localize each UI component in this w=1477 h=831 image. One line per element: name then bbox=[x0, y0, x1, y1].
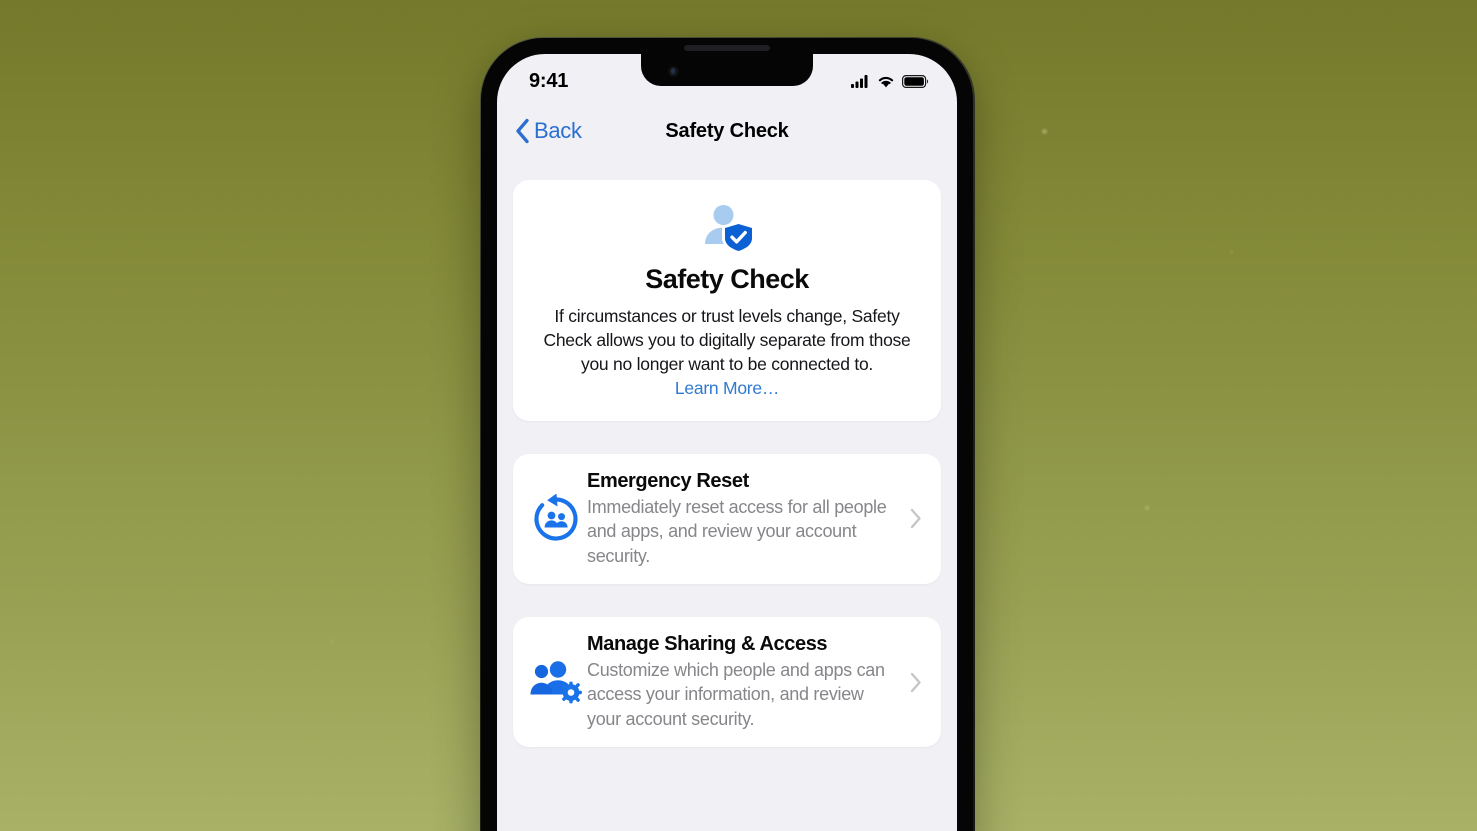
display-notch bbox=[641, 54, 813, 86]
front-camera-icon bbox=[668, 66, 679, 77]
hero-description: If circumstances or trust levels change,… bbox=[543, 306, 911, 375]
cellular-bars-icon bbox=[851, 74, 868, 88]
option-text-block: Manage Sharing & Access Customize which … bbox=[587, 633, 905, 731]
option-description: Immediately reset access for all people … bbox=[587, 496, 887, 566]
backdrop-speck bbox=[1230, 250, 1233, 253]
status-bar-time: 9:41 bbox=[529, 69, 569, 92]
option-title: Manage Sharing & Access bbox=[587, 632, 828, 655]
navigation-bar: Back Safety Check bbox=[497, 104, 957, 158]
wifi-icon bbox=[878, 76, 894, 87]
back-button[interactable]: Back bbox=[515, 118, 582, 144]
phone-screen: 9:41 Back Safety Check Safety Check If c… bbox=[497, 54, 957, 831]
person-badge-shield-checkmark-icon bbox=[705, 205, 754, 253]
learn-more-link[interactable]: Learn More… bbox=[675, 376, 780, 400]
backdrop-speck bbox=[1042, 129, 1047, 134]
chevron-right-icon bbox=[905, 508, 927, 529]
option-row-manage-sharing-access[interactable]: Manage Sharing & Access Customize which … bbox=[513, 616, 941, 748]
earpiece-speaker-icon bbox=[684, 45, 770, 51]
phone-device-frame: 9:41 Back Safety Check Safety Check If c… bbox=[479, 36, 975, 831]
safety-check-intro-card: Safety Check If circumstances or trust l… bbox=[513, 180, 941, 421]
settings-content: Safety Check If circumstances or trust l… bbox=[497, 158, 957, 748]
battery-full-icon bbox=[902, 74, 929, 88]
chevron-right-icon bbox=[905, 672, 927, 693]
option-text-block: Emergency Reset Immediately reset access… bbox=[587, 470, 905, 568]
backdrop-speck bbox=[330, 640, 333, 643]
status-bar-indicators bbox=[851, 74, 929, 88]
backdrop-speck bbox=[1145, 506, 1149, 510]
arrow-circlepath-people-icon bbox=[525, 493, 587, 544]
option-title: Emergency Reset bbox=[587, 469, 749, 492]
hero-title: Safety Check bbox=[645, 264, 809, 294]
two-people-gear-icon bbox=[525, 659, 587, 705]
option-row-emergency-reset[interactable]: Emergency Reset Immediately reset access… bbox=[513, 453, 941, 584]
chevron-left-icon bbox=[516, 118, 529, 144]
back-button-label: Back bbox=[534, 118, 582, 143]
option-description: Customize which people and apps can acce… bbox=[587, 659, 885, 729]
